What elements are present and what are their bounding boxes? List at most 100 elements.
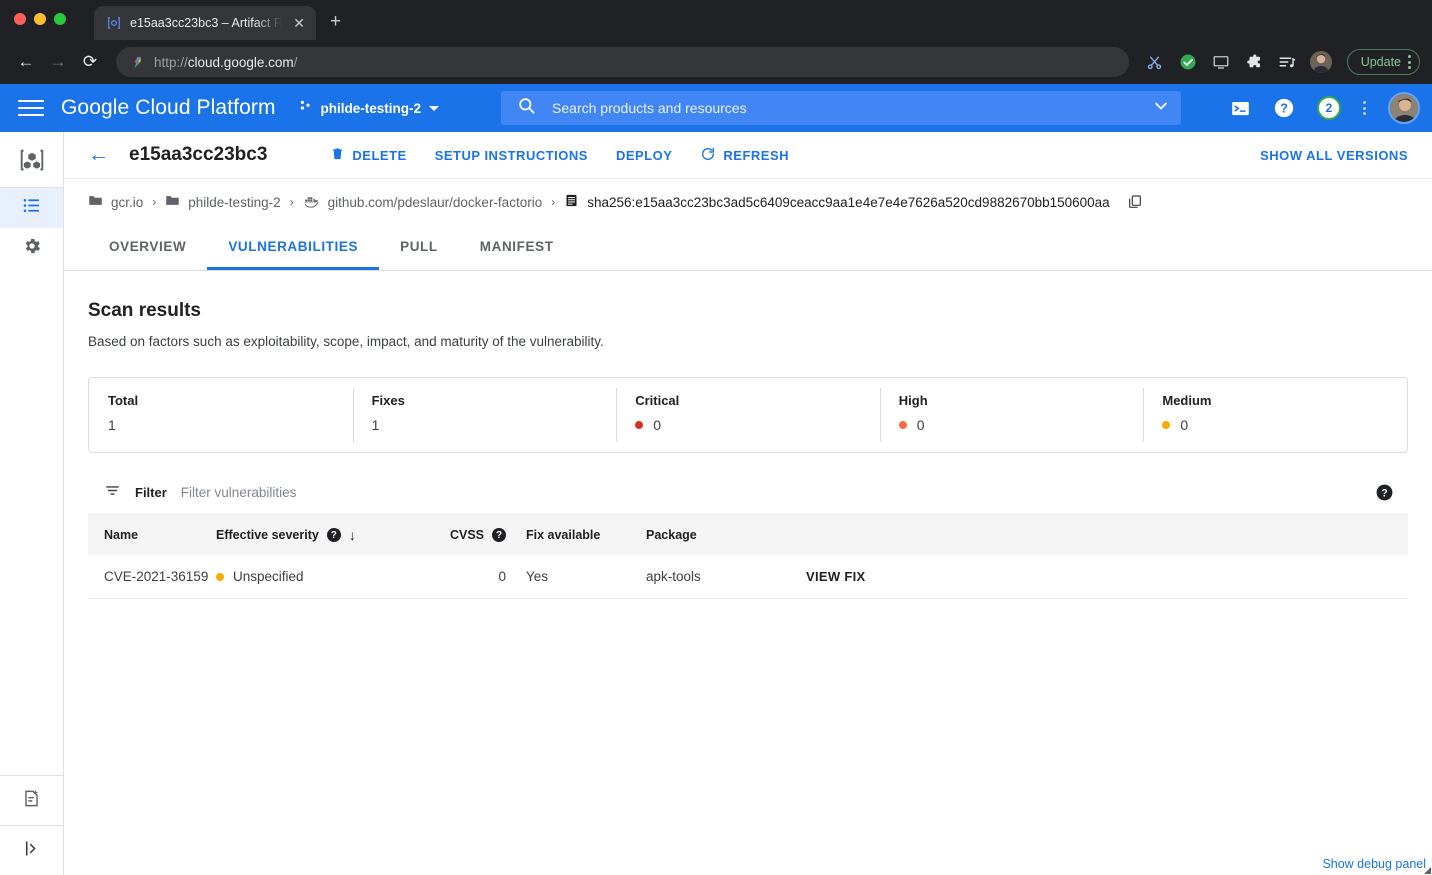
- severity-help-icon[interactable]: ?: [326, 528, 341, 542]
- stat-medium: Medium 0: [1143, 378, 1407, 452]
- update-button[interactable]: Update: [1346, 49, 1420, 75]
- playlist-icon[interactable]: [1277, 52, 1297, 72]
- column-label: Name: [104, 528, 139, 542]
- resize-grip[interactable]: [1424, 867, 1431, 874]
- page-title-bar: ← e15aa3cc23bc3 DELETE SETUP INSTRUCTION…: [64, 132, 1432, 179]
- browser-tab[interactable]: e15aa3cc23bc3 – Artifact Regi ✕: [94, 6, 316, 40]
- close-tab-button[interactable]: ✕: [290, 14, 308, 32]
- deploy-button[interactable]: DEPLOY: [602, 142, 686, 169]
- filter-help-icon[interactable]: ?: [1375, 483, 1394, 502]
- breadcrumb-label: sha256:e15aa3cc23bc3ad5c6409ceacc9aa1e4e…: [587, 194, 1110, 210]
- filter-input[interactable]: Filter vulnerabilities: [181, 485, 1361, 500]
- deploy-button-label: DEPLOY: [615, 147, 673, 163]
- sidebar-item-repositories[interactable]: [0, 188, 63, 228]
- cell-cvss: 0: [431, 555, 516, 599]
- column-label: Package: [646, 528, 697, 542]
- cell-name: CVE-2021-36159: [88, 555, 216, 599]
- breadcrumb-item-registry[interactable]: gcr.io: [88, 193, 143, 211]
- show-debug-panel-link[interactable]: Show debug panel: [1322, 857, 1426, 871]
- breadcrumb-item-image[interactable]: github.com/pdeslaur/docker-factorio: [303, 194, 542, 211]
- back-button[interactable]: ←: [12, 48, 40, 76]
- copy-icon[interactable]: [1127, 194, 1143, 210]
- breadcrumb-label: philde-testing-2: [188, 194, 281, 210]
- table-row[interactable]: CVE-2021-36159 Unspecified 0 Yes apk-too…: [88, 555, 1408, 599]
- profile-avatar-icon[interactable]: [1309, 51, 1332, 73]
- column-label: Effective severity: [216, 528, 319, 542]
- new-tab-button[interactable]: +: [330, 11, 341, 33]
- column-header-cvss[interactable]: CVSS ?: [431, 515, 516, 555]
- table-head: Name Effective severity ? ↓ CVSS ? Fix a…: [88, 515, 1408, 555]
- breadcrumb-separator: ›: [289, 195, 294, 209]
- scan-results-title: Scan results: [88, 300, 201, 321]
- close-window-button[interactable]: [14, 13, 26, 25]
- tab-vulnerabilities[interactable]: VULNERABILITIES: [207, 225, 380, 270]
- extensions-puzzle-icon[interactable]: [1244, 52, 1264, 72]
- filter-list-icon[interactable]: [104, 482, 121, 504]
- column-header-severity[interactable]: Effective severity ? ↓: [216, 515, 431, 555]
- breadcrumb-label: gcr.io: [111, 194, 144, 210]
- expand-panel-button[interactable]: [0, 825, 63, 875]
- browser-tabstrip: e15aa3cc23bc3 – Artifact Regi ✕ +: [0, 0, 1432, 40]
- setup-instructions-button[interactable]: SETUP INSTRUCTIONS: [421, 142, 602, 169]
- chevron-down-icon: [429, 105, 440, 111]
- table-header-row: Name Effective severity ? ↓ CVSS ? Fix a…: [88, 515, 1408, 555]
- minimize-window-button[interactable]: [34, 13, 46, 25]
- notifications-badge[interactable]: 2: [1317, 96, 1341, 120]
- scan-results-subtitle: Based on factors such as exploitability,…: [88, 334, 604, 349]
- search-icon: [517, 96, 536, 120]
- user-avatar[interactable]: [1388, 92, 1420, 124]
- cloud-shell-icon[interactable]: [1230, 98, 1251, 119]
- tab-overview[interactable]: OVERVIEW: [88, 225, 207, 270]
- browser-menu-icon[interactable]: [1408, 55, 1411, 69]
- show-all-versions-button[interactable]: SHOW ALL VERSIONS: [1260, 148, 1408, 163]
- shield-check-icon[interactable]: [1178, 52, 1198, 72]
- address-bar[interactable]: http://cloud.google.com/: [116, 47, 1129, 77]
- filter-label: Filter: [135, 485, 167, 500]
- refresh-icon: [700, 146, 716, 165]
- expand-panel-icon: [22, 839, 41, 863]
- column-label: Fix available: [526, 528, 601, 542]
- breadcrumb-item-project[interactable]: philde-testing-2: [165, 193, 281, 211]
- reload-button[interactable]: ⟳: [76, 48, 104, 76]
- page-actions: DELETE SETUP INSTRUCTIONS DEPLOY REFRESH: [316, 140, 803, 171]
- refresh-button[interactable]: REFRESH: [686, 140, 803, 171]
- stat-critical: Critical 0: [616, 378, 880, 452]
- site-favicon-icon: [130, 55, 145, 70]
- more-vert-icon[interactable]: [1363, 101, 1366, 115]
- desktop-icon[interactable]: [1211, 52, 1231, 72]
- folder-icon: [88, 193, 103, 211]
- docker-icon: [303, 194, 320, 211]
- column-header-package[interactable]: Package: [646, 515, 806, 555]
- column-header-name[interactable]: Name: [88, 515, 216, 555]
- table-body: CVE-2021-36159 Unspecified 0 Yes apk-too…: [88, 555, 1408, 599]
- stat-label: High: [898, 393, 928, 408]
- project-selector[interactable]: philde-testing-2: [298, 98, 440, 118]
- delete-button[interactable]: DELETE: [316, 140, 420, 170]
- breadcrumb: gcr.io › philde-testing-2 › github.com/p…: [64, 179, 1432, 219]
- window-controls[interactable]: [14, 13, 66, 25]
- page-back-button[interactable]: ←: [88, 143, 112, 167]
- forward-button[interactable]: →: [44, 48, 72, 76]
- menu-icon[interactable]: [18, 95, 44, 121]
- medium-severity-dot: [1162, 421, 1171, 429]
- release-notes-button[interactable]: [0, 775, 63, 825]
- help-icon[interactable]: ?: [1273, 97, 1295, 119]
- column-header-fix-available[interactable]: Fix available: [516, 515, 646, 555]
- scissors-icon[interactable]: [1145, 52, 1165, 72]
- stat-label: Critical: [635, 393, 680, 408]
- search-input[interactable]: Search products and resources: [501, 91, 1182, 125]
- tab-pull[interactable]: PULL: [379, 225, 459, 270]
- view-fix-button[interactable]: VIEW FIX: [806, 569, 865, 584]
- cell-fix-available: Yes: [516, 555, 646, 599]
- search-dropdown-icon[interactable]: [1151, 96, 1171, 121]
- project-name: philde-testing-2: [320, 100, 422, 116]
- gcp-brand-title[interactable]: Google Cloud Platform: [61, 96, 276, 120]
- cvss-help-icon[interactable]: ?: [492, 528, 506, 542]
- critical-severity-dot: [635, 421, 644, 429]
- sidebar-item-settings[interactable]: [0, 228, 63, 268]
- tab-manifest[interactable]: MANIFEST: [459, 225, 575, 270]
- maximize-window-button[interactable]: [54, 13, 66, 25]
- svg-text:?: ?: [1381, 487, 1388, 499]
- gcp-header-actions: ? 2: [1206, 92, 1420, 124]
- sort-descending-icon[interactable]: ↓: [349, 527, 356, 543]
